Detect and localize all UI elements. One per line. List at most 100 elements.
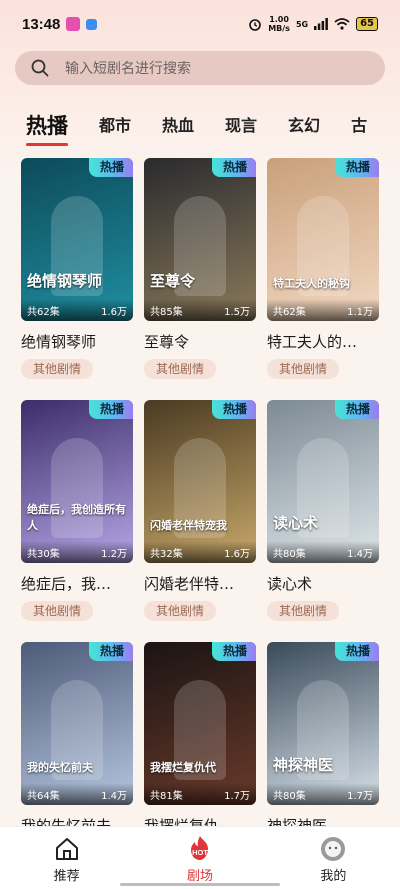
genre-tag[interactable]: 其他剧情 [144, 601, 217, 621]
hot-icon: HOT [186, 835, 214, 863]
alarm-icon [249, 19, 261, 31]
view-count: 1.5万 [224, 306, 250, 318]
search-placeholder: 输入短剧名进行搜索 [65, 61, 191, 77]
poster-meta: 共62集 1.1万 [267, 299, 379, 321]
episode-count: 共80集 [273, 548, 306, 560]
network-speed: 1.00 MB/s [268, 15, 290, 33]
drama-poster[interactable]: 绝情钢琴师 热播 共62集 1.6万 [21, 158, 133, 321]
drama-title[interactable]: 绝情钢琴师 [21, 331, 133, 353]
drama-poster[interactable]: 我摆烂复仇代 热播共81集 1.7万 [144, 642, 256, 805]
hot-badge: 热播 [211, 158, 256, 177]
tab-fantasy[interactable]: 玄幻 [288, 115, 320, 148]
nav-recommend-label: 推荐 [53, 869, 80, 884]
status-bar: 13:48 1.00 MB/s 5G 65 [0, 0, 400, 48]
hot-badge: 热播 [88, 158, 133, 177]
category-tabs: 热播 都市 热血 现言 玄幻 古 [0, 104, 400, 148]
tab-urban[interactable]: 都市 [99, 115, 131, 148]
tab-modern-romance[interactable]: 现言 [225, 115, 257, 148]
poster-meta: 共80集 1.4万 [267, 541, 379, 563]
network-speed-value: 1.00 [269, 15, 289, 24]
genre-tag[interactable]: 其他剧情 [267, 359, 340, 379]
network-speed-unit: MB/s [268, 24, 290, 33]
episode-count: 共81集 [150, 790, 183, 802]
nav-profile[interactable]: 我的 [267, 827, 400, 889]
status-time: 13:48 [22, 15, 61, 33]
hot-badge: 热播 [88, 400, 133, 419]
poster-meta: 共30集 1.2万 [21, 541, 133, 563]
drama-card[interactable]: 至尊令 热播 共85集 1.5万 至尊令 其他剧情 [144, 158, 256, 379]
network-type: 5G [295, 19, 309, 29]
poster-meta: 共64集 1.4万 [21, 783, 133, 805]
drama-title[interactable]: 特工夫人的… [267, 331, 379, 353]
tab-action[interactable]: 热血 [162, 115, 194, 148]
poster-art-title: 闪婚老伴特宠我 [150, 519, 227, 532]
episode-count: 共32集 [150, 548, 183, 560]
drama-poster[interactable]: 特工夫人的秘钩 热播共62集 1.1万 [267, 158, 379, 321]
tab-ancient[interactable]: 古 [351, 115, 367, 148]
drama-poster[interactable]: 至尊令 热播共85集 1.5万 [144, 158, 256, 321]
poster-art-title: 神探神医 [273, 756, 334, 774]
poster-art-title: 我的失忆前夫 [27, 761, 93, 774]
view-count: 1.4万 [101, 790, 127, 802]
genre-tag[interactable]: 其他剧情 [21, 359, 94, 379]
drama-title[interactable]: 闪婚老伴特… [144, 573, 256, 595]
battery-indicator: 65 [356, 17, 378, 31]
bottom-nav: 推荐 HOT 剧场 我的 [0, 826, 400, 889]
episode-count: 共62集 [273, 306, 306, 318]
drama-poster[interactable]: 闪婚老伴特宠我 热播共32集 1.6万 [144, 400, 256, 563]
hot-badge: 热播 [334, 158, 379, 177]
hot-badge: 热播 [211, 400, 256, 419]
hot-icon-text: HOT [192, 848, 208, 857]
genre-tag[interactable]: 其他剧情 [21, 601, 94, 621]
episode-count: 共62集 [27, 306, 60, 318]
hot-badge: 热播 [334, 642, 379, 661]
drama-card[interactable]: 读心术 热播 共80集 1.4万 读心术 其他剧情 [267, 400, 379, 621]
drama-poster[interactable]: 读心术 热播 共80集 1.4万 [267, 400, 379, 563]
view-count: 1.6万 [224, 548, 250, 560]
drama-card[interactable]: 绝情钢琴师 热播 共62集 1.6万 绝情钢琴师 其他剧情 [21, 158, 133, 379]
hot-badge: 热播 [211, 642, 256, 661]
poster-meta: 共85集 1.5万 [144, 299, 256, 321]
episode-count: 共80集 [273, 790, 306, 802]
app-notification-icon-2 [86, 18, 98, 30]
home-icon [53, 835, 81, 863]
signal-icon [314, 18, 328, 30]
nav-recommend[interactable]: 推荐 [0, 827, 133, 889]
poster-art-title: 特工夫人的秘钩 [273, 277, 350, 290]
view-count: 1.2万 [101, 548, 127, 560]
tab-hot[interactable]: 热播 [26, 115, 68, 148]
nav-theater-label: 剧场 [186, 869, 213, 884]
drama-poster[interactable]: 神探神医 热播共80集 1.7万 [267, 642, 379, 805]
poster-meta: 共32集 1.6万 [144, 541, 256, 563]
genre-tag[interactable]: 其他剧情 [144, 359, 217, 379]
drama-title[interactable]: 读心术 [267, 573, 379, 595]
view-count: 1.4万 [347, 548, 373, 560]
profile-icon [319, 835, 347, 863]
poster-meta: 共62集 1.6万 [21, 299, 133, 321]
episode-count: 共30集 [27, 548, 60, 560]
drama-card[interactable]: 闪婚老伴特宠我 热播共32集 1.6万闪婚老伴特… 其他剧情 [144, 400, 256, 621]
hot-badge: 热播 [88, 642, 133, 661]
view-count: 1.7万 [347, 790, 373, 802]
episode-count: 共85集 [150, 306, 183, 318]
poster-art-title: 绝症后，我创造所有人 [27, 503, 126, 532]
poster-meta: 共80集 1.7万 [267, 783, 379, 805]
hot-badge: 热播 [334, 400, 379, 419]
drama-title[interactable]: 绝症后，我… [21, 573, 133, 595]
drama-title[interactable]: 至尊令 [144, 331, 256, 353]
drama-poster[interactable]: 我的失忆前夫 热播共64集 1.4万 [21, 642, 133, 805]
drama-card[interactable]: 特工夫人的秘钩 热播共62集 1.1万特工夫人的… 其他剧情 [267, 158, 379, 379]
genre-tag[interactable]: 其他剧情 [267, 601, 340, 621]
view-count: 1.1万 [347, 306, 373, 318]
nav-theater[interactable]: HOT 剧场 [133, 827, 266, 889]
view-count: 1.7万 [224, 790, 250, 802]
view-count: 1.6万 [101, 306, 127, 318]
search-bar[interactable]: 输入短剧名进行搜索 [15, 51, 385, 85]
poster-art-title: 我摆烂复仇代 [150, 761, 216, 774]
poster-art-title: 至尊令 [150, 272, 196, 290]
status-indicators: 1.00 MB/s 5G 65 [248, 15, 378, 33]
drama-card[interactable]: 绝症后，我创造所有人 热播共30集 1.2万绝症后，我… 其他剧情 [21, 400, 133, 621]
drama-poster[interactable]: 绝症后，我创造所有人 热播共30集 1.2万 [21, 400, 133, 563]
poster-meta: 共81集 1.7万 [144, 783, 256, 805]
wifi-icon [334, 18, 350, 30]
